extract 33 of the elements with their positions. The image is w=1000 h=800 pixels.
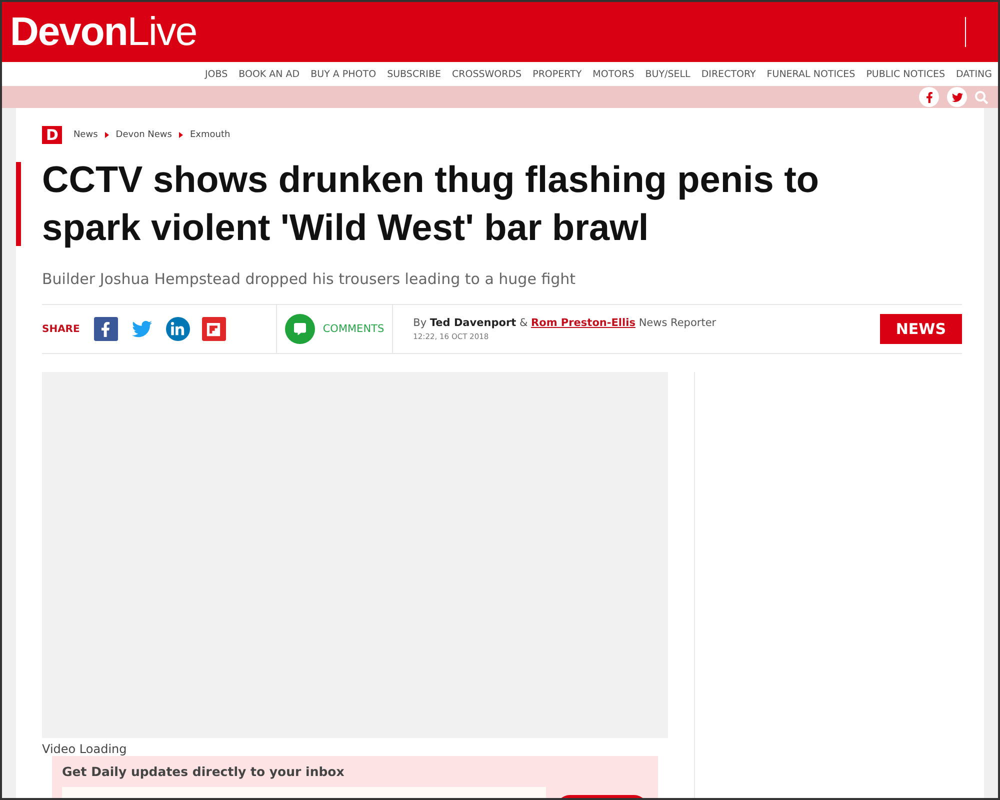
- utility-link[interactable]: JOBS: [204, 68, 228, 80]
- utility-link[interactable]: BUY A PHOTO: [310, 68, 376, 80]
- logo-badge: D: [42, 126, 62, 144]
- utility-link[interactable]: CROSSWORDS: [452, 68, 522, 80]
- utility-link[interactable]: FUNERAL NOTICES: [766, 68, 856, 80]
- breadcrumb-link[interactable]: News: [73, 130, 98, 140]
- byline: By Ted Davenport & Rom Preston-Ellis News Reporter: [413, 317, 716, 329]
- linkedin-icon[interactable]: [166, 317, 190, 341]
- utility-link[interactable]: DATING: [956, 68, 992, 80]
- utility-link[interactable]: BUY/SELL: [645, 68, 690, 80]
- breadcrumb-link[interactable]: Exmouth: [190, 130, 230, 140]
- utility-link[interactable]: SUBSCRIBE: [387, 68, 441, 80]
- utility-link[interactable]: PROPERTY: [532, 68, 582, 80]
- twitter-icon[interactable]: [947, 87, 967, 107]
- facebook-icon[interactable]: [919, 87, 939, 107]
- chevron-icon: [178, 132, 183, 138]
- chevron-icon: [104, 132, 109, 138]
- newsletter-text: Get Daily updates directly to your inbox: [62, 764, 346, 779]
- breadcrumb-link[interactable]: Devon News: [116, 130, 172, 140]
- facebook-icon[interactable]: [94, 317, 118, 341]
- author-link[interactable]: Rom Preston-Ellis: [531, 317, 636, 329]
- utility-link[interactable]: BOOK AN AD: [238, 68, 300, 80]
- flipboard-icon[interactable]: [202, 317, 226, 341]
- section-tag[interactable]: NEWS: [880, 314, 962, 344]
- utility-link[interactable]: MOTORS: [592, 68, 634, 80]
- headline: CCTV shows drunken thug flashing penis to spark violent 'Wild West' bar brawl: [42, 158, 820, 250]
- utility-link[interactable]: PUBLIC NOTICES: [866, 68, 946, 80]
- standfirst: Builder Joshua Hempstead dropped his trousers leading to a huge fight: [42, 270, 577, 288]
- video-status: Video Loading: [42, 742, 128, 756]
- comment-icon: [284, 314, 315, 344]
- site-logo[interactable]: DevonLive: [10, 10, 197, 54]
- share-label: SHARE: [42, 324, 80, 334]
- utility-link[interactable]: DIRECTORY: [701, 68, 756, 80]
